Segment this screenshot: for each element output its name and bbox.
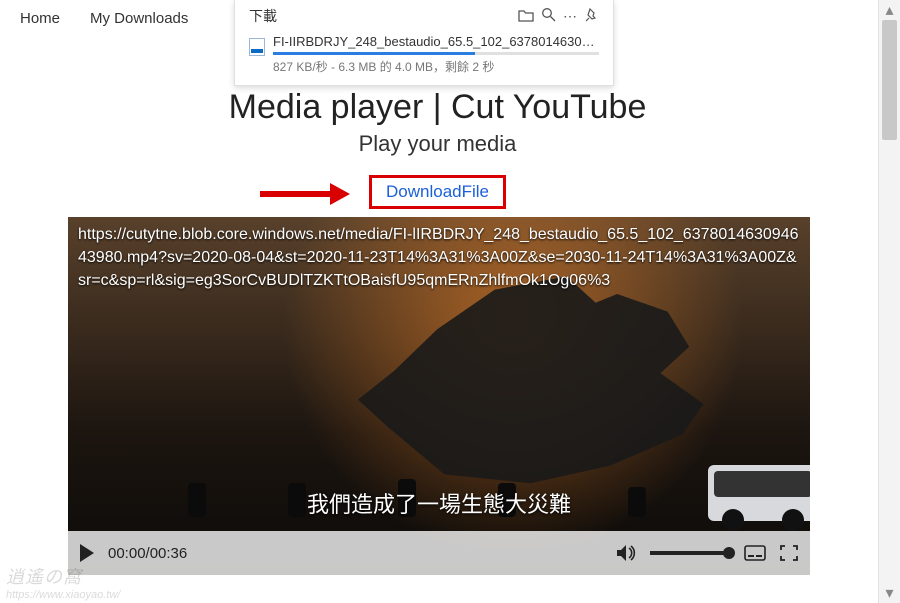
- video-controls: 00:00/00:36: [68, 531, 810, 575]
- download-file-link[interactable]: DownloadFile: [369, 175, 506, 209]
- page-subtitle: Play your media: [0, 131, 875, 157]
- download-item[interactable]: FI-IIRBDRJY_248_bestaudio_65.5_102_63780…: [235, 32, 613, 79]
- nav-my-downloads[interactable]: My Downloads: [90, 10, 188, 27]
- scroll-thumb[interactable]: [882, 20, 897, 140]
- captions-icon[interactable]: [744, 545, 766, 561]
- download-progress-bar: [273, 52, 599, 55]
- file-icon: [249, 38, 265, 56]
- volume-slider[interactable]: [650, 551, 730, 555]
- nav-home[interactable]: Home: [20, 10, 60, 27]
- video-player[interactable]: https://cutytne.blob.core.windows.net/me…: [68, 217, 810, 575]
- pin-icon[interactable]: [581, 8, 603, 25]
- play-button[interactable]: [80, 544, 94, 562]
- download-link-wrap: DownloadFile: [0, 175, 875, 209]
- browser-download-panel: 下載 ⋯ FI-IIRBDRJY_248_bestaudio_65.5_102_…: [234, 0, 614, 86]
- video-url-overlay: https://cutytne.blob.core.windows.net/me…: [78, 223, 800, 293]
- download-panel-header: 下載 ⋯: [235, 0, 613, 32]
- search-icon[interactable]: [537, 7, 559, 25]
- video-time: 00:00/00:36: [108, 545, 187, 562]
- download-filename: FI-IIRBDRJY_248_bestaudio_65.5_102_63780…: [273, 34, 599, 49]
- video-subtitle: 我們造成了一場生態大災難: [68, 487, 810, 519]
- page-title: Media player | Cut YouTube: [0, 80, 875, 127]
- volume-icon[interactable]: [616, 544, 636, 562]
- scroll-up-button[interactable]: ▴: [879, 0, 900, 20]
- vertical-scrollbar[interactable]: ▴ ▾: [878, 0, 900, 603]
- watermark: 逍遙の窩 https://www.xiaoyao.tw/: [6, 563, 120, 601]
- download-panel-title: 下載: [249, 6, 515, 26]
- page-content: Media player | Cut YouTube Play your med…: [0, 80, 875, 603]
- scroll-down-button[interactable]: ▾: [879, 583, 900, 603]
- more-icon[interactable]: ⋯: [559, 8, 581, 25]
- download-status: 827 KB/秒 - 6.3 MB 的 4.0 MB，剩餘 2 秒: [273, 58, 599, 75]
- folder-icon[interactable]: [515, 8, 537, 25]
- fullscreen-icon[interactable]: [780, 545, 798, 561]
- arrow-icon: [260, 181, 350, 207]
